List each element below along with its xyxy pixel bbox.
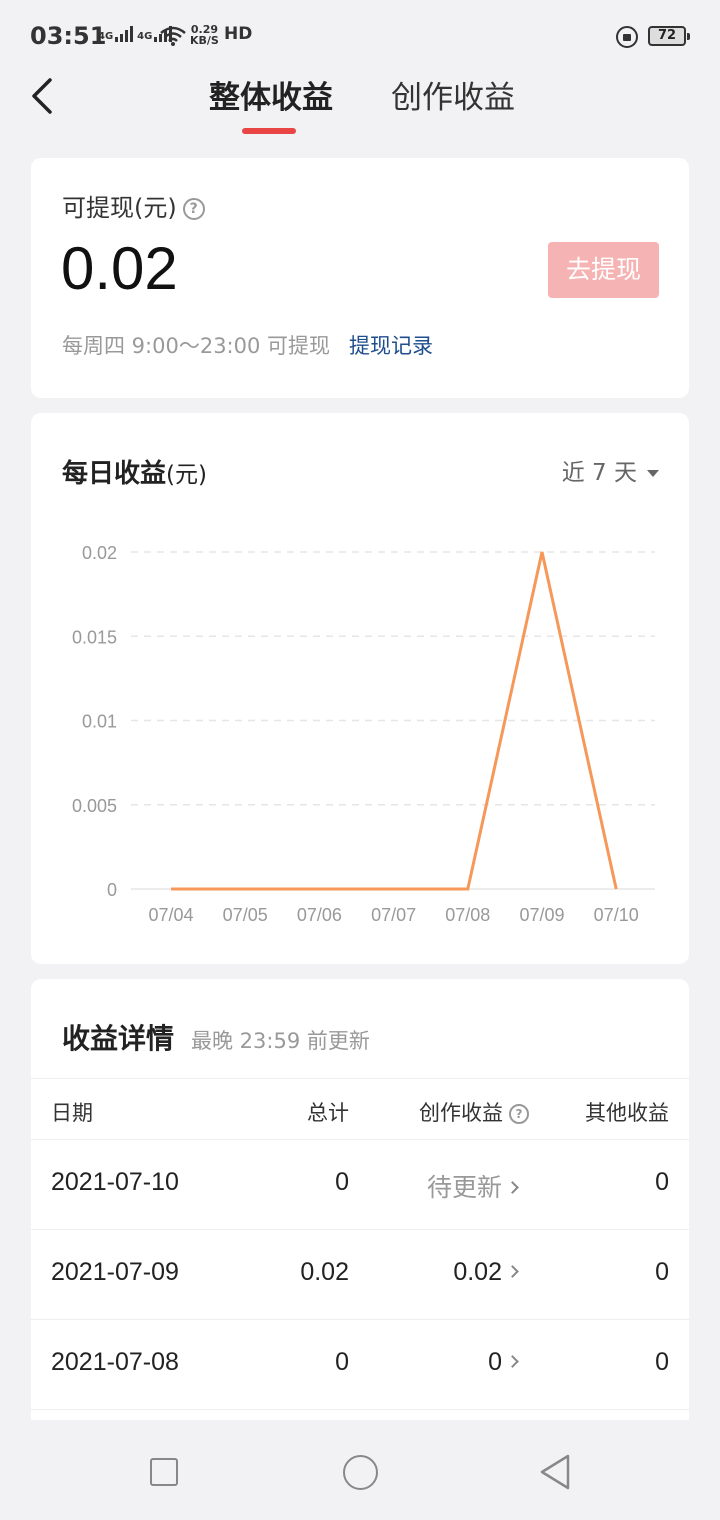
cell-date: 2021-07-10 [51,1168,179,1196]
cell-total: 0 [335,1168,349,1196]
battery-icon: 72 [648,26,690,46]
y-tick-label: 0.01 [82,712,117,732]
daily-earnings-chart: 0 0.005 0.01 0.015 0.02 07/04 07/05 07/06 07/07 0… [72,543,655,925]
cell-other: 0 [655,1168,669,1196]
wifi-icon [160,26,186,46]
x-tick-label: 07/06 [297,905,342,925]
y-tick-label: 0.015 [72,627,117,647]
withdrawable-amount: 0.02 [61,235,178,302]
column-total: 总计 [307,1101,349,1125]
hd-icon: HD [224,24,253,44]
x-tick-label: 07/10 [594,905,639,925]
daily-earnings-card: 每日收益(元) 近 7 天 0 0.005 0.01 0.015 0.02 07/04 07… [31,413,689,964]
x-tick-label: 07/08 [445,905,490,925]
cell-other: 0 [655,1348,669,1376]
withdrawable-label: 可提现(元)? [62,188,205,223]
clock: 03:51 [30,22,107,50]
system-navigation-bar [0,1420,720,1520]
help-icon[interactable]: ? [509,1104,529,1124]
cell-creation-value: 0 [488,1348,502,1376]
y-tick-label: 0.005 [72,796,117,816]
y-tick-label: 0 [107,880,117,900]
tab-creation-earnings[interactable]: 创作收益 [391,72,515,117]
x-tick-label: 07/07 [371,905,416,925]
cell-creation[interactable]: 0.02 [453,1258,519,1287]
active-tab-indicator [242,128,296,134]
cell-total: 0 [335,1348,349,1376]
x-tick-label: 07/09 [519,905,564,925]
column-date: 日期 [51,1101,93,1125]
cell-date: 2021-07-08 [51,1348,179,1376]
y-tick-label: 0.02 [82,543,117,563]
x-tick-label: 07/05 [223,905,268,925]
table-row: 2021-07-09 0.02 0.02 0 [31,1230,689,1320]
signal-icon [115,26,135,42]
cell-creation-value: 待更新 [426,1173,502,1202]
chevron-right-icon [506,1265,519,1278]
details-update-note: 最晚 23:59 前更新 [191,1029,370,1053]
cell-creation-value: 0.02 [453,1258,502,1286]
table-row: 2021-07-08 0 0 0 [31,1320,689,1410]
rotation-lock-icon [616,26,638,48]
back-triangle-icon[interactable] [538,1453,574,1491]
column-other: 其他收益 [585,1101,669,1125]
withdraw-record-link[interactable]: 提现记录 [349,330,433,360]
earnings-details-card: 收益详情 最晚 23:59 前更新 日期 总计 创作收益? 其他收益 2021-… [31,979,689,1420]
tab-overall-earnings[interactable]: 整体收益 [209,72,333,117]
table-row: 2021-07-10 0 待更新 0 [31,1140,689,1230]
withdraw-schedule-note: 每周四 9:00～23:00 可提现 [62,334,331,358]
speed-unit: KB/S [190,34,219,47]
back-arrow-icon[interactable] [28,76,68,116]
cell-creation[interactable]: 待更新 [426,1168,519,1204]
chevron-right-icon [506,1355,519,1368]
withdraw-card: 可提现(元)? 0.02 去提现 每周四 9:00～23:00 可提现 提现记录 [31,158,689,398]
recent-apps-button[interactable] [150,1458,178,1486]
home-button[interactable] [343,1455,378,1490]
chevron-right-icon [506,1180,519,1194]
cell-creation[interactable]: 0 [488,1348,519,1377]
column-creation: 创作收益? [419,1097,529,1127]
network-speed: 0.29 KB/S [190,24,219,46]
withdraw-button[interactable]: 去提现 [548,242,659,298]
details-title: 收益详情 [62,1022,175,1055]
network-type-2: 4G [137,31,153,42]
status-bar: 03:51 4G 4G 0.29 KB/S HD 72 [0,0,720,64]
table-header: 日期 总计 创作收益? 其他收益 [31,1078,689,1140]
cell-date: 2021-07-09 [51,1258,179,1286]
cell-total: 0.02 [300,1258,349,1286]
help-icon[interactable]: ? [182,198,205,220]
x-tick-label: 07/04 [148,905,193,925]
cell-other: 0 [655,1258,669,1286]
network-type-1: 4G [98,31,114,42]
